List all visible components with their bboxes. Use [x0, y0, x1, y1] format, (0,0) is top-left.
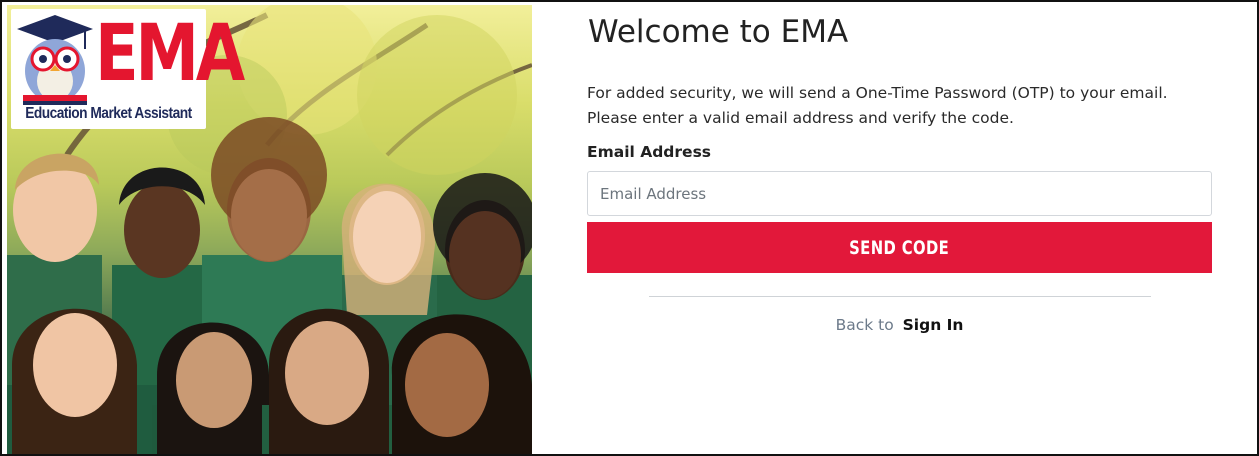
otp-description: For added security, we will send a One-T… [587, 81, 1217, 131]
logo-wordmark: EMA [95, 9, 245, 99]
hero-photo: EMA Education Market Assistant [7, 5, 532, 454]
description-line-1: For added security, we will send a One-T… [587, 84, 1168, 102]
owl-mascot-icon [17, 15, 93, 105]
divider [649, 296, 1151, 297]
email-field[interactable] [587, 171, 1212, 216]
send-code-label: SEND CODE [849, 236, 950, 259]
logo-tagline: Education Market Assistant [25, 105, 192, 122]
description-line-2: Please enter a valid email address and v… [587, 109, 1014, 127]
ema-logo: EMA Education Market Assistant [11, 9, 245, 129]
page-frame: EMA Education Market Assistant Welcome t… [0, 0, 1259, 456]
back-to-signin: Back to Sign In [587, 316, 1212, 334]
email-label: Email Address [587, 143, 712, 161]
sign-in-link[interactable]: Sign In [903, 316, 964, 334]
send-code-button[interactable]: SEND CODE [587, 222, 1212, 273]
page-title: Welcome to EMA [588, 14, 849, 50]
back-text: Back to [835, 316, 894, 334]
